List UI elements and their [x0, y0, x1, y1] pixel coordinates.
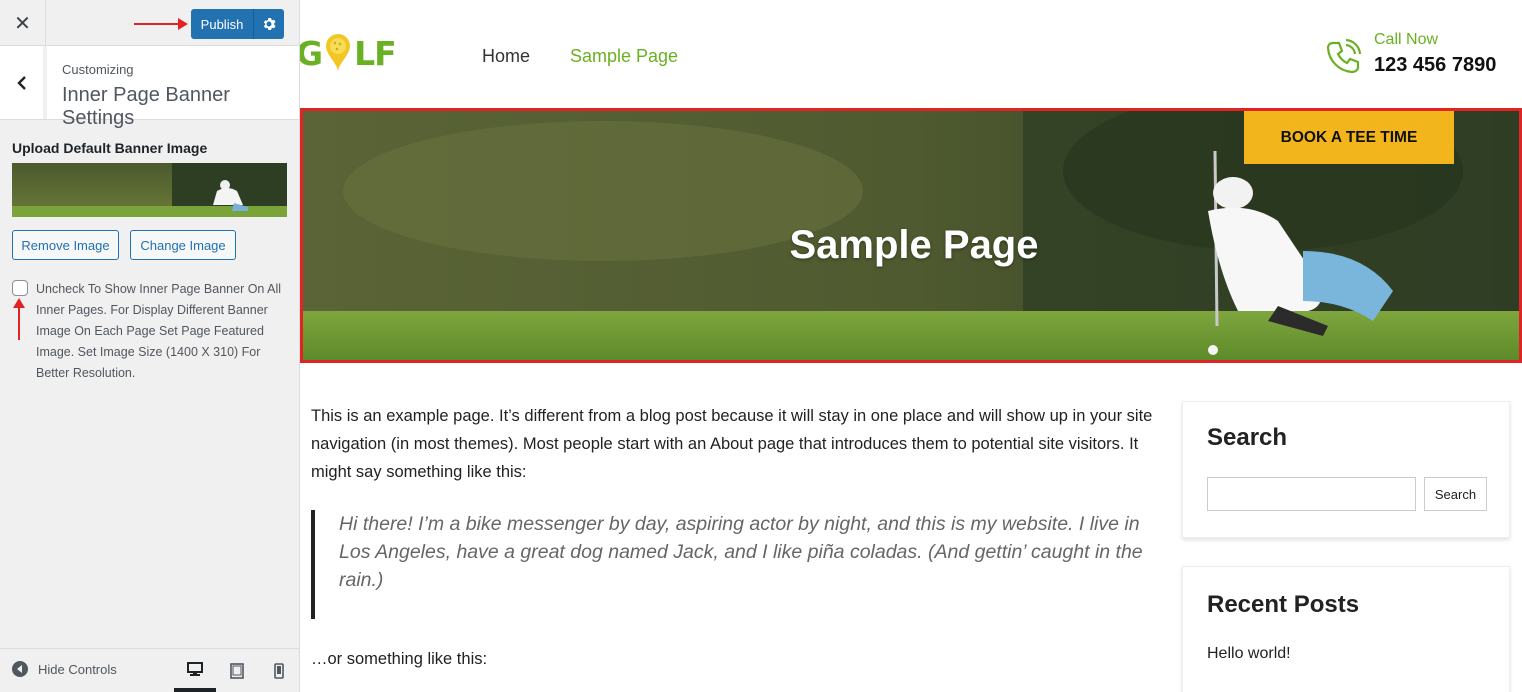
hide-controls-button[interactable]: Hide Controls — [12, 661, 117, 677]
site-logo[interactable]: G LF — [300, 32, 397, 74]
checkbox-description: Uncheck To Show Inner Page Banner On All… — [36, 282, 282, 380]
page-followup-text: …or something like this: — [311, 650, 488, 668]
collapse-arrow-icon — [12, 661, 28, 677]
preview-mobile-button[interactable] — [258, 649, 300, 692]
search-button[interactable]: Search — [1424, 477, 1487, 511]
close-customizer-button[interactable]: ✕ — [0, 0, 46, 46]
change-image-button[interactable]: Change Image — [130, 230, 236, 260]
phone-icon — [1326, 38, 1362, 74]
publish-button[interactable]: Publish — [191, 9, 254, 39]
nav-home-link[interactable]: Home — [482, 46, 530, 67]
gear-icon — [263, 17, 276, 31]
banner-title: Sample Page — [789, 223, 1039, 267]
phone-number[interactable]: 123 456 7890 — [1374, 54, 1496, 77]
search-widget: Search Search — [1182, 401, 1510, 538]
recent-posts-title: Recent Posts — [1207, 591, 1360, 618]
page-intro-text: This is an example page. It’s different … — [311, 407, 1153, 481]
call-now-label: Call Now — [1374, 31, 1439, 48]
search-input[interactable] — [1207, 477, 1416, 511]
preview-desktop-button[interactable] — [174, 649, 216, 692]
inner-banner-checkbox[interactable] — [12, 280, 28, 296]
section-header: Customizing Inner Page Banner Settings — [0, 46, 299, 129]
recent-posts-widget: Recent Posts Hello world! — [1182, 566, 1510, 692]
hide-controls-label: Hide Controls — [38, 661, 117, 677]
recent-post-link[interactable]: Hello world! — [1207, 645, 1291, 663]
book-tee-time-button[interactable]: BOOK A TEE TIME — [1244, 111, 1454, 164]
preview-tablet-button[interactable] — [216, 649, 258, 692]
search-widget-title: Search — [1207, 424, 1288, 451]
customizing-label: Customizing — [62, 62, 134, 77]
customizer-sidebar: ✕ Publish Customizing Inner Page Banner … — [0, 0, 300, 692]
desktop-icon — [187, 661, 203, 676]
golf-ball-pin-icon — [326, 34, 351, 72]
banner-thumbnail — [12, 163, 287, 217]
close-icon: ✕ — [14, 12, 31, 35]
site-preview: G LF Home Sample Page Call Now 123 456 7… — [300, 0, 1522, 692]
customizer-footer: Hide Controls — [0, 648, 299, 692]
section-title: Inner Page Banner Settings — [62, 84, 230, 129]
back-button[interactable] — [0, 46, 47, 119]
publish-settings-button[interactable] — [254, 9, 284, 39]
chevron-left-icon — [16, 75, 26, 90]
annotation-arrow-up — [13, 298, 25, 340]
logo-text-left: G — [300, 33, 323, 73]
mobile-icon — [274, 662, 284, 679]
page-blockquote: Hi there! I’m a bike messenger by day, a… — [311, 510, 1171, 619]
customizer-header: ✕ Publish — [0, 0, 299, 46]
annotation-arrow-right — [134, 18, 188, 30]
control-title: Upload Default Banner Image — [12, 140, 208, 156]
remove-image-button[interactable]: Remove Image — [12, 230, 119, 260]
tablet-icon — [230, 662, 244, 679]
nav-sample-page-link[interactable]: Sample Page — [570, 46, 678, 67]
banner-thumbnail-image — [12, 163, 287, 217]
logo-text-right: LF — [354, 33, 397, 73]
